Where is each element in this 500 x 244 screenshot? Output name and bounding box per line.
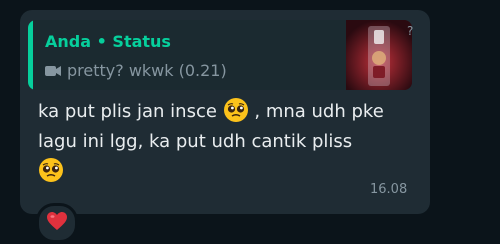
pleading-face-emoji (38, 157, 64, 183)
quote-accent-bar (28, 20, 33, 90)
quote-title: Anda • Status (45, 32, 171, 51)
quote-caption: pretty? wkwk (0.21) (67, 61, 227, 80)
quote-author: Anda (45, 32, 92, 51)
message-timestamp: 16.08 (370, 182, 408, 197)
quote-caption-row: pretty? wkwk (0.21) (45, 61, 227, 80)
reaction-badge[interactable] (36, 203, 78, 243)
message-text: ka put plis jan insce , mna udh pke lagu… (38, 97, 408, 187)
red-heart-emoji (46, 211, 68, 235)
status-thumbnail (346, 20, 412, 90)
corner-decoration: ? (407, 24, 414, 38)
reply-quote[interactable]: Anda • Status pretty? wkwk (0.21) (28, 20, 412, 90)
quote-separator: • (96, 32, 107, 51)
quote-context: Status (112, 32, 171, 51)
video-camera-icon (45, 65, 61, 77)
pleading-face-emoji (223, 97, 249, 123)
message-text-part1: ka put plis jan insce (38, 101, 217, 122)
